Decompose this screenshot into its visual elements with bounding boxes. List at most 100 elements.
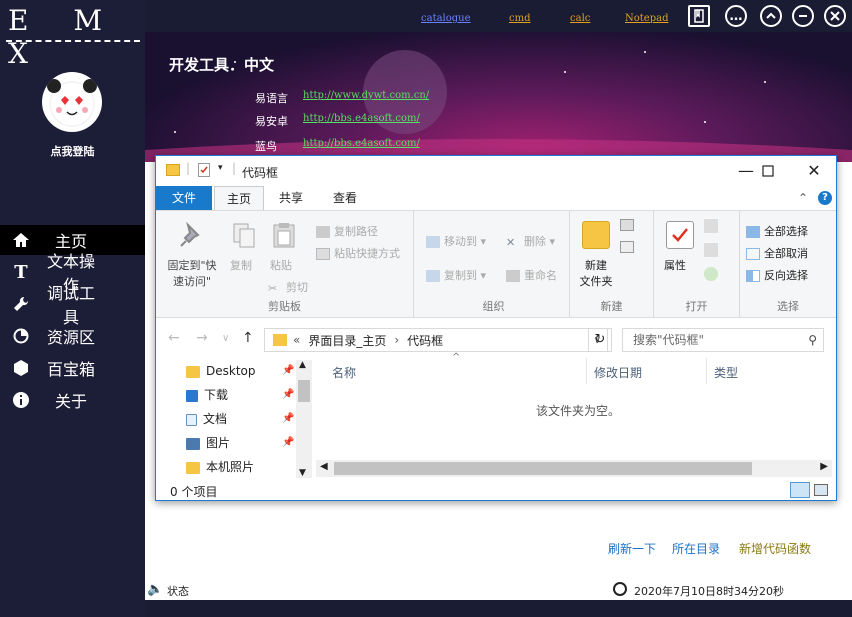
- nav-pane-scrollbar[interactable]: ▲ ▼: [296, 360, 312, 478]
- nav-item-debug[interactable]: 调试工具: [0, 284, 145, 327]
- paste-shortcut-button[interactable]: 粘贴快捷方式: [316, 245, 400, 261]
- banner-row-label: 易语言: [255, 92, 288, 105]
- scroll-thumb[interactable]: [298, 380, 310, 402]
- banner-title: 开发工具．中文: [169, 56, 275, 74]
- new-group: 新建 文件夹 新建: [570, 211, 654, 317]
- avatar[interactable]: [42, 72, 102, 132]
- banner-row-link[interactable]: http://bbs.e4asoft.com/: [303, 138, 420, 149]
- invert-selection-button[interactable]: 反向选择: [746, 267, 808, 283]
- banner-row-link[interactable]: http://www.dywt.com.cn/: [303, 90, 429, 101]
- move-to-button[interactable]: 移动到 ▾: [426, 233, 486, 249]
- column-header-name[interactable]: 名称: [332, 364, 356, 381]
- tab-share[interactable]: 共享: [268, 186, 314, 210]
- nav-label: 资源区: [46, 328, 95, 347]
- download-icon: [186, 389, 198, 402]
- properties-quick-icon[interactable]: [198, 163, 210, 177]
- book-icon[interactable]: [688, 5, 710, 27]
- column-header-type[interactable]: 类型: [714, 364, 738, 381]
- nav-pane-item[interactable]: 本机照片: [186, 456, 296, 478]
- nav-item-toolbox[interactable]: 百宝箱: [0, 353, 145, 383]
- nav-pane-item[interactable]: 下载: [186, 384, 296, 406]
- tab-view[interactable]: 查看: [322, 186, 368, 210]
- open-icon[interactable]: [704, 219, 718, 233]
- banner-row: 易语言 http://www.dywt.com.cn/: [255, 90, 429, 106]
- delete-button[interactable]: ✕ 删除 ▾: [506, 233, 555, 249]
- cut-button[interactable]: ✂ 剪切: [268, 279, 308, 295]
- recent-locations-icon[interactable]: ∨: [222, 333, 229, 344]
- breadcrumb-separator-icon: ›: [394, 333, 400, 347]
- easy-access-icon[interactable]: [620, 241, 634, 253]
- close-icon[interactable]: [824, 5, 846, 27]
- scroll-left-icon[interactable]: ◀: [320, 461, 328, 472]
- delete-icon: ✕: [506, 236, 516, 249]
- forward-icon[interactable]: →: [196, 330, 208, 346]
- address-overflow[interactable]: «: [293, 333, 300, 347]
- tab-home[interactable]: 主页: [214, 186, 264, 210]
- up-icon[interactable]: ↑: [242, 330, 254, 346]
- column-divider: [706, 358, 707, 384]
- minimize-icon[interactable]: [792, 5, 814, 27]
- nav-pane-item[interactable]: Desktop: [186, 360, 296, 382]
- sidebar: E M X 点我登陆 主页 T 文本操作 调试工具 资源区 百宝箱 关于: [0, 0, 145, 617]
- nav-pane-item[interactable]: 文档: [186, 408, 296, 430]
- file-list-scrollbar[interactable]: ◀ ▶: [316, 460, 832, 477]
- link-calc[interactable]: calc: [570, 13, 590, 24]
- column-header-modified[interactable]: 修改日期: [594, 364, 642, 381]
- pin-icon: 📌: [282, 413, 295, 424]
- nav-pane-item[interactable]: 图片: [186, 432, 296, 454]
- copy-to-button[interactable]: 复制到 ▾: [426, 267, 486, 283]
- move-to-icon: [426, 236, 440, 248]
- scroll-right-icon[interactable]: ▶: [820, 461, 828, 472]
- picture-icon: [186, 437, 200, 450]
- banner-row-link[interactable]: http://bbs.e4asoft.com/: [303, 113, 420, 124]
- new-item-icon[interactable]: [620, 219, 634, 231]
- link-notepad[interactable]: Notepad: [625, 13, 668, 24]
- banner-row-label: 蓝鸟: [255, 140, 277, 153]
- add-code-function-link[interactable]: 新增代码函数: [739, 540, 811, 557]
- collapse-icon[interactable]: [760, 5, 782, 27]
- pin-quick-access-button[interactable]: 固定到"快速访问": [164, 257, 220, 289]
- scroll-up-icon[interactable]: ▲: [299, 360, 306, 370]
- help-icon[interactable]: ?: [818, 191, 832, 205]
- login-label[interactable]: 点我登陆: [0, 143, 145, 159]
- nav-item-resources[interactable]: 资源区: [0, 321, 145, 351]
- empty-folder-message: 该文件夹为空。: [536, 404, 621, 418]
- copy-button[interactable]: 复制: [230, 257, 252, 273]
- new-folder-button[interactable]: 新建 文件夹: [576, 257, 616, 289]
- link-catalogue[interactable]: catalogue: [421, 13, 471, 24]
- tab-file[interactable]: 文件: [156, 186, 212, 210]
- maximize-window-icon[interactable]: [748, 160, 788, 182]
- details-view-icon[interactable]: [790, 482, 810, 498]
- breadcrumb-segment[interactable]: 代码框: [407, 332, 443, 349]
- link-cmd[interactable]: cmd: [509, 13, 530, 24]
- nav-label: 百宝箱: [46, 360, 95, 379]
- nav-item-about[interactable]: 关于: [0, 385, 145, 415]
- close-window-icon[interactable]: ✕: [794, 160, 834, 182]
- file-explorer-window: | ▾ | 代码框 — ✕ 文件 主页 共享 查看 ⌃ ? 固定到"快速访问": [155, 155, 837, 501]
- search-input[interactable]: 搜索"代码框" ⚲: [622, 328, 824, 352]
- paste-button[interactable]: 粘贴: [270, 257, 292, 273]
- qat-dropdown-icon[interactable]: ▾: [218, 163, 223, 173]
- breadcrumb-segment[interactable]: 界面目录_主页: [308, 332, 386, 349]
- back-icon[interactable]: ←: [168, 330, 180, 346]
- select-all-button[interactable]: 全部选择: [746, 223, 808, 239]
- copy-path-button[interactable]: 复制路径: [316, 223, 378, 239]
- clock-icon: [613, 582, 627, 596]
- scroll-down-icon[interactable]: ▼: [299, 468, 306, 478]
- properties-button[interactable]: 属性: [664, 257, 686, 273]
- separator: |: [232, 161, 237, 175]
- address-bar[interactable]: « 界面目录_主页 › 代码框 ∨: [264, 328, 608, 352]
- select-group: 全部选择 全部取消 反向选择 选择: [740, 211, 836, 317]
- large-icons-view-icon[interactable]: [814, 484, 828, 496]
- rename-button[interactable]: 重命名: [506, 267, 557, 283]
- scroll-thumb[interactable]: [334, 462, 752, 475]
- refresh-icon[interactable]: ↻: [588, 328, 612, 352]
- select-none-button[interactable]: 全部取消: [746, 245, 808, 261]
- open-directory-link[interactable]: 所在目录: [672, 540, 720, 557]
- chat-icon[interactable]: …: [725, 5, 747, 27]
- new-folder-icon: [582, 221, 610, 249]
- edit-icon[interactable]: [704, 243, 718, 257]
- collapse-ribbon-icon[interactable]: ⌃: [798, 191, 808, 205]
- refresh-link[interactable]: 刷新一下: [608, 540, 656, 557]
- history-icon[interactable]: [704, 267, 718, 281]
